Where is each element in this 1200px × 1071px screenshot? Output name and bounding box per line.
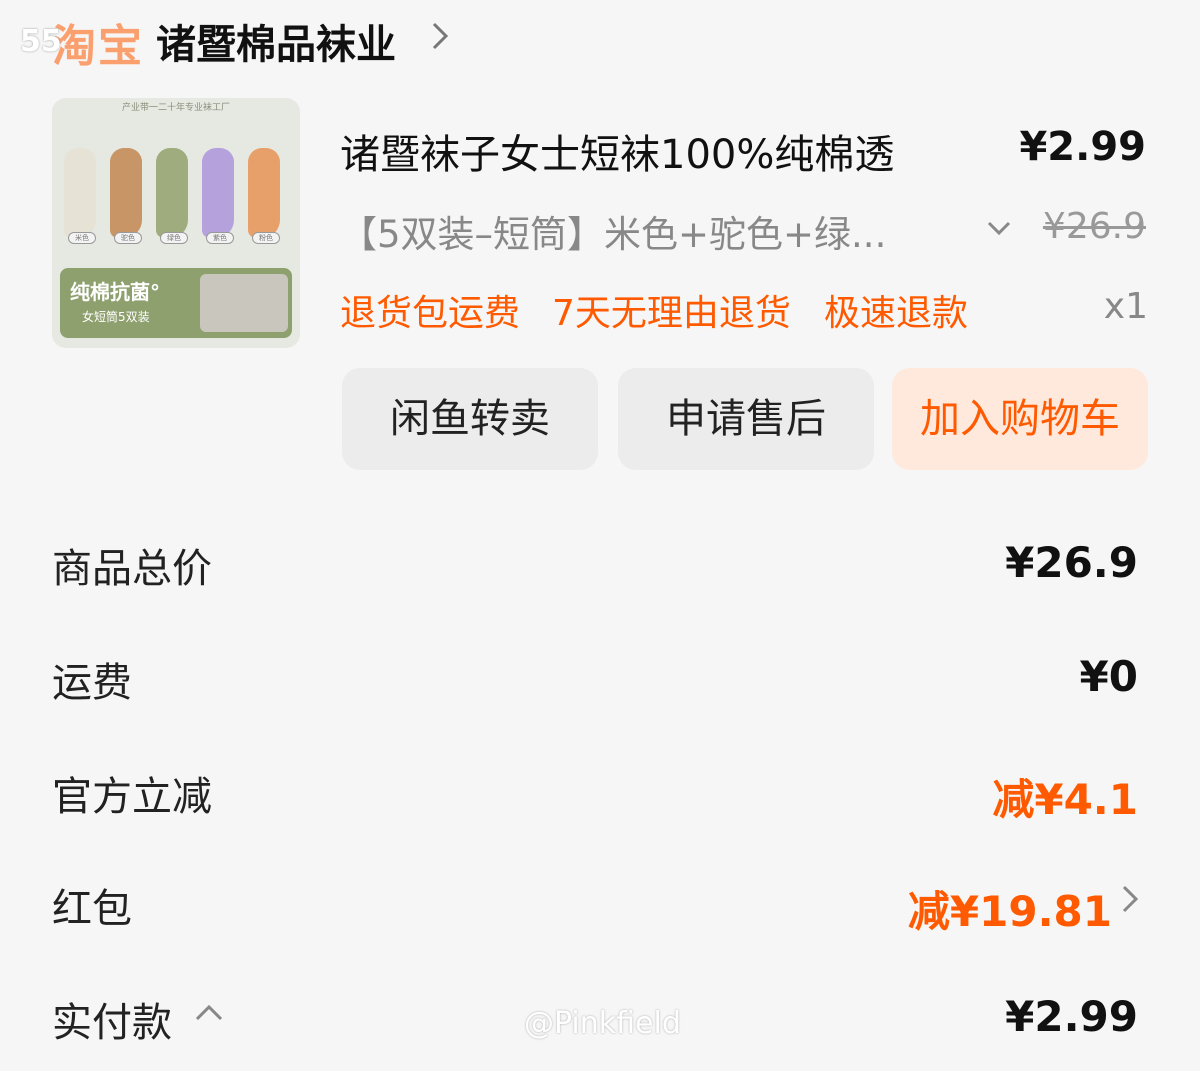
brand-logo: 淘宝 bbox=[52, 21, 144, 72]
sock-image bbox=[110, 148, 142, 238]
resell-button[interactable]: 闲鱼转卖 bbox=[342, 368, 598, 470]
sock-image bbox=[248, 148, 280, 238]
summary-label-shipping: 运费 bbox=[52, 660, 132, 706]
summary-value-total: ¥26.9 bbox=[1005, 538, 1138, 587]
sock-color-tag: 绿色 bbox=[160, 232, 188, 244]
sock-color-tag: 紫色 bbox=[206, 232, 234, 244]
shop-name-link[interactable]: 诸暨棉品袜业 bbox=[156, 12, 396, 70]
sock-image bbox=[202, 148, 234, 238]
product-price: ¥2.99 bbox=[1019, 124, 1146, 170]
service-tag: 7天无理由退货 bbox=[552, 293, 791, 334]
watermark: @Pinkfield bbox=[524, 1006, 681, 1041]
summary-value-shipping: ¥0 bbox=[1079, 652, 1138, 701]
product-title[interactable]: 诸暨袜子女士短袜100%纯棉透 bbox=[340, 122, 894, 180]
summary-label-paid: 实付款 bbox=[52, 1000, 172, 1046]
summary-label-total: 商品总价 bbox=[52, 546, 212, 592]
quantity: x1 bbox=[1103, 286, 1148, 327]
sock-image bbox=[156, 148, 188, 238]
service-tag: 退货包运费 bbox=[340, 293, 521, 334]
thumbnail-banner-subtitle: 女短筒5双装 bbox=[82, 310, 150, 324]
summary-label-red-packet: 红包 bbox=[52, 886, 132, 932]
chevron-up-icon[interactable] bbox=[194, 1000, 224, 1024]
summary-value-paid: ¥2.99 bbox=[1005, 992, 1138, 1041]
sock-color-tag: 驼色 bbox=[114, 232, 142, 244]
summary-value-red-packet[interactable]: 减¥19.81 bbox=[908, 878, 1112, 939]
status-overlay: 55 bbox=[20, 24, 62, 59]
chevron-down-icon[interactable] bbox=[986, 218, 1012, 238]
sock-image bbox=[64, 148, 96, 238]
product-spec-selector[interactable]: 【5双装–短筒】米色+驼色+绿... bbox=[340, 204, 886, 258]
thumbnail-banner-title: 纯棉抗菌° bbox=[70, 280, 160, 304]
product-thumbnail[interactable]: 产业带一二十年专业袜工厂 米色 驼色 绿色 紫色 粉色 纯棉抗菌° 女短筒5双装 bbox=[52, 98, 300, 348]
thumbnail-top-line: 产业带一二十年专业袜工厂 bbox=[121, 103, 230, 113]
after-sale-button[interactable]: 申请售后 bbox=[618, 368, 874, 470]
sock-color-tag: 粉色 bbox=[252, 232, 280, 244]
add-to-cart-button[interactable]: 加入购物车 bbox=[892, 368, 1148, 470]
shop-header: 淘宝 55 诸暨棉品袜业 bbox=[0, 0, 1200, 80]
foot-image bbox=[200, 274, 288, 332]
chevron-right-icon[interactable] bbox=[1120, 882, 1140, 916]
chevron-right-icon[interactable] bbox=[428, 18, 452, 54]
summary-value-discount: 减¥4.1 bbox=[992, 775, 1138, 824]
service-tag: 极速退款 bbox=[824, 293, 969, 334]
original-price: ¥26.9 bbox=[1042, 206, 1146, 247]
thumbnail-banner: 纯棉抗菌° 女短筒5双装 bbox=[60, 268, 292, 338]
sock-color-tag: 米色 bbox=[68, 232, 96, 244]
summary-label-discount: 官方立减 bbox=[52, 774, 212, 820]
